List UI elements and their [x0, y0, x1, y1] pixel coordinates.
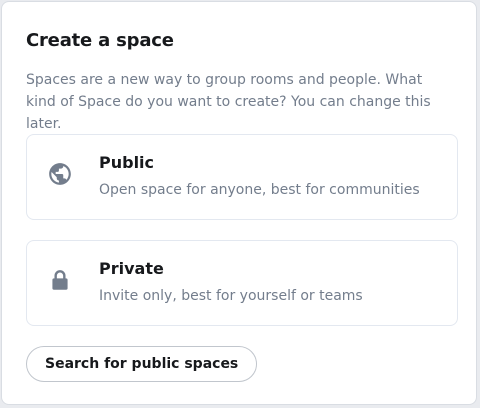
dialog-description: Spaces are a new way to group rooms and …	[26, 72, 431, 132]
dialog-title: Create a space	[26, 30, 174, 51]
search-public-spaces-button[interactable]: Search for public spaces	[26, 346, 258, 382]
globe-icon	[47, 161, 73, 187]
private-option-description: Invite only, best for yourself or teams	[99, 288, 363, 304]
create-space-dialog: Create a space Spaces are a new way to g…	[1, 1, 477, 405]
public-option-description: Open space for anyone, best for communit…	[99, 182, 420, 198]
public-option-title: Public	[99, 153, 155, 172]
private-space-option[interactable]: Private Invite only, best for yourself o…	[26, 240, 458, 326]
lock-icon	[47, 267, 73, 293]
public-space-option[interactable]: Public Open space for anyone, best for c…	[26, 134, 458, 220]
private-option-title: Private	[99, 259, 164, 278]
